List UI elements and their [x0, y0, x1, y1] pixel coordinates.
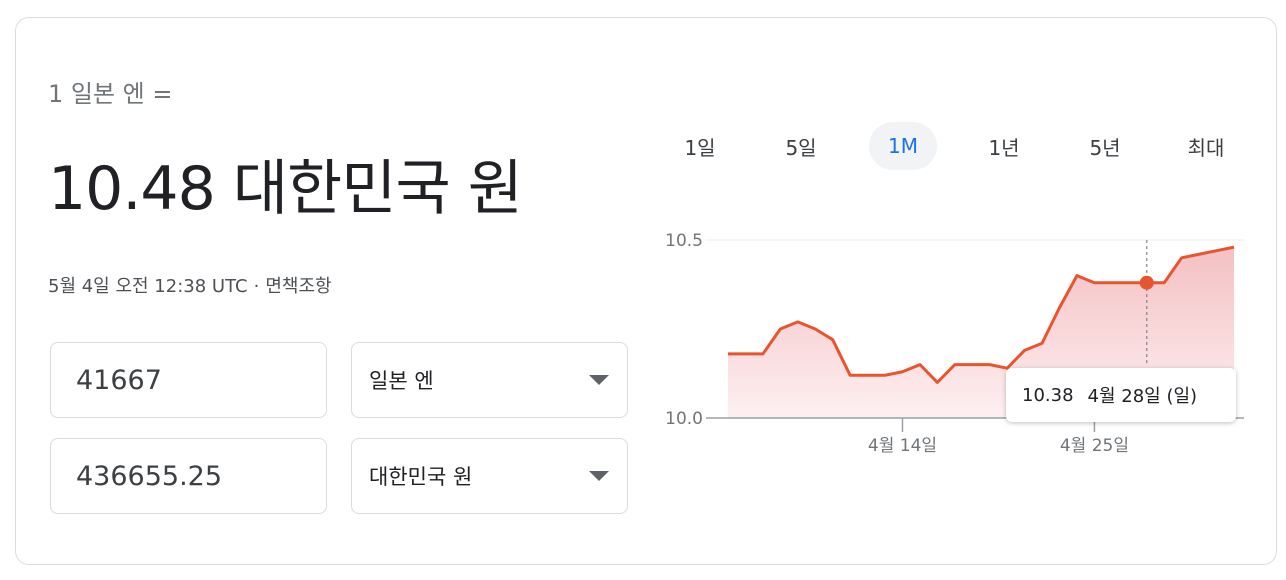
y-tick-label: 10.0 [665, 409, 703, 429]
hover-point [1139, 275, 1154, 290]
y-tick-label: 10.5 [665, 231, 703, 251]
tooltip-value: 10.38 [1022, 384, 1074, 406]
tooltip-date: 4월 28일 (일) [1087, 386, 1198, 407]
chart-tooltip: 10.38 4월 28일 (일) [1006, 368, 1236, 422]
exchange-rate-chart[interactable]: 10.5 10.0 4월 14일 4월 25일 [0, 0, 1286, 580]
x-tick-label: 4월 25일 [1060, 436, 1129, 456]
x-tick-label: 4월 14일 [868, 436, 937, 456]
